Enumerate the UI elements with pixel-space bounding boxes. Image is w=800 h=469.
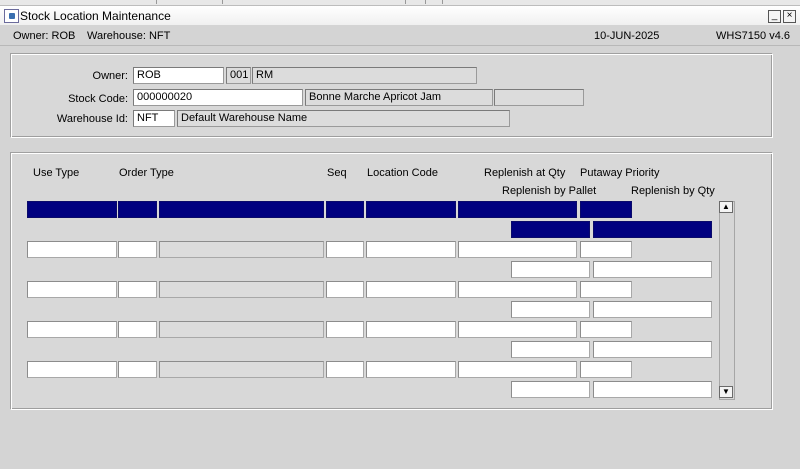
stock-description-field: Bonne Marche Apricot Jam <box>305 89 493 106</box>
order-type-field[interactable] <box>118 361 157 378</box>
replenish-by-qty-field[interactable] <box>593 221 712 238</box>
replenish-at-qty-field[interactable] <box>458 241 577 258</box>
owner-number-field: 001 <box>226 67 251 84</box>
strip-divider <box>156 0 157 4</box>
grid-scrollbar[interactable] <box>719 201 735 400</box>
replenish-by-pallet-field[interactable] <box>511 261 590 278</box>
window-title: Stock Location Maintenance <box>20 9 171 23</box>
seq-field[interactable] <box>326 321 364 338</box>
order-type-description <box>159 361 324 378</box>
order-type-field[interactable] <box>118 321 157 338</box>
seq-field[interactable] <box>326 241 364 258</box>
order-type-description <box>159 241 324 258</box>
col-location-code: Location Code <box>367 167 438 179</box>
app-icon <box>4 9 19 23</box>
use-type-select[interactable] <box>27 321 117 338</box>
window-titlebar[interactable]: Stock Location Maintenance _ × <box>0 5 800 26</box>
strip-divider <box>222 0 223 4</box>
order-type-description <box>159 321 324 338</box>
location-code-field[interactable] <box>366 281 456 298</box>
use-type-select[interactable] <box>27 241 117 258</box>
putaway-priority-field[interactable] <box>580 241 632 258</box>
col-use-type: Use Type <box>33 167 80 179</box>
replenish-at-qty-field[interactable] <box>458 281 577 298</box>
col-order-type: Order Type <box>119 167 174 179</box>
stock-code-field[interactable]: 000000020 <box>133 89 303 106</box>
location-code-field[interactable] <box>366 321 456 338</box>
seq-field[interactable] <box>326 361 364 378</box>
col-replenish-at-qty: Replenish at Qty <box>484 167 566 179</box>
col-replenish-by-pallet: Replenish by Pallet <box>502 185 597 197</box>
owner-label: Owner: <box>92 70 128 82</box>
context-date: 10-JUN-2025 <box>594 30 660 42</box>
minimize-button[interactable]: _ <box>768 10 781 23</box>
putaway-priority-field[interactable] <box>580 281 632 298</box>
scroll-down-button[interactable]: ▼ <box>719 386 733 398</box>
order-type-field[interactable] <box>118 201 157 218</box>
replenish-by-qty-field[interactable] <box>593 381 712 398</box>
replenish-by-qty-field[interactable] <box>593 301 712 318</box>
replenish-at-qty-field[interactable] <box>458 201 577 218</box>
replenish-by-qty-field[interactable] <box>593 261 712 278</box>
location-code-field[interactable] <box>366 361 456 378</box>
strip-divider <box>425 0 426 4</box>
owner-short-field: RM <box>252 67 477 84</box>
stock-extra-field <box>494 89 584 106</box>
strip-divider <box>405 0 406 4</box>
seq-field[interactable] <box>326 201 364 218</box>
use-type-select[interactable] <box>27 281 117 298</box>
warehouse-id-label: Warehouse Id: <box>56 113 128 125</box>
putaway-priority-field[interactable] <box>580 201 632 218</box>
replenish-at-qty-field[interactable] <box>458 361 577 378</box>
col-replenish-by-qty: Replenish by Qty <box>631 185 715 197</box>
scroll-up-button[interactable]: ▲ <box>719 201 733 213</box>
stock-code-label: Stock Code: <box>68 93 128 105</box>
location-code-field[interactable] <box>366 201 456 218</box>
order-type-field[interactable] <box>118 241 157 258</box>
replenish-at-qty-field[interactable] <box>458 321 577 338</box>
order-type-field[interactable] <box>118 281 157 298</box>
warehouse-name-field: Default Warehouse Name <box>177 110 510 127</box>
order-type-description <box>159 201 324 218</box>
use-type-select[interactable] <box>27 361 117 378</box>
close-button[interactable]: × <box>783 10 796 23</box>
col-putaway-priority: Putaway Priority <box>580 167 660 179</box>
owner-code-field[interactable]: ROB <box>133 67 224 84</box>
putaway-priority-field[interactable] <box>580 361 632 378</box>
col-seq: Seq <box>327 167 347 179</box>
context-warehouse: Warehouse: NFT <box>87 30 171 42</box>
seq-field[interactable] <box>326 281 364 298</box>
replenish-by-pallet-field[interactable] <box>511 301 590 318</box>
warehouse-id-field[interactable]: NFT <box>133 110 175 127</box>
strip-divider <box>442 0 443 4</box>
program-version: WHS7150 v4.6 <box>716 30 790 42</box>
replenish-by-pallet-field[interactable] <box>511 381 590 398</box>
replenish-by-pallet-field[interactable] <box>511 341 590 358</box>
putaway-priority-field[interactable] <box>580 321 632 338</box>
order-type-description <box>159 281 324 298</box>
use-type-select[interactable] <box>27 201 117 218</box>
context-owner: Owner: ROB <box>13 30 76 42</box>
replenish-by-pallet-field[interactable] <box>511 221 590 238</box>
location-code-field[interactable] <box>366 241 456 258</box>
replenish-by-qty-field[interactable] <box>593 341 712 358</box>
